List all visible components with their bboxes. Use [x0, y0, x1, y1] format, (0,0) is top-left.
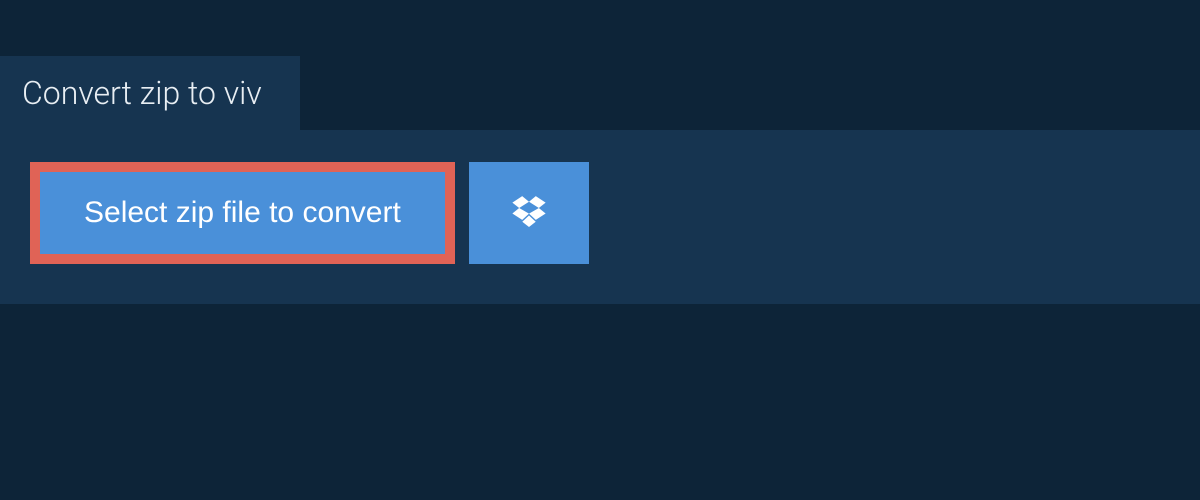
converter-panel: Select zip file to convert: [0, 130, 1200, 304]
select-file-button[interactable]: Select zip file to convert: [30, 162, 455, 264]
button-row: Select zip file to convert: [30, 162, 1170, 264]
dropbox-button[interactable]: [469, 162, 589, 264]
dropbox-icon: [510, 193, 548, 234]
select-file-label: Select zip file to convert: [84, 196, 401, 230]
page-title: Convert zip to viv: [22, 74, 262, 112]
tab-header: Convert zip to viv: [0, 56, 300, 130]
